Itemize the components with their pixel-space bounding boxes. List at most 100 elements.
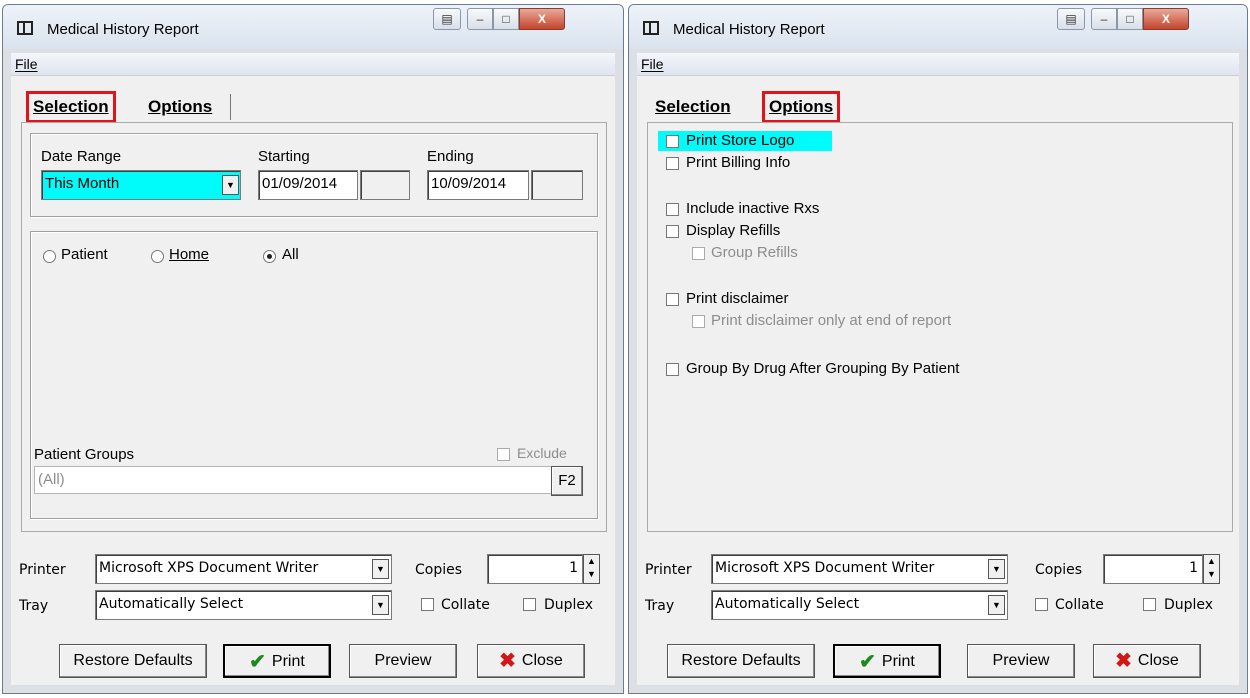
collate-label: Collate xyxy=(441,597,490,613)
print-store-logo-label: Print Store Logo xyxy=(686,132,795,149)
menu-file[interactable]: File xyxy=(641,56,664,72)
collate-checkbox[interactable] xyxy=(421,598,434,611)
restore-defaults-label: Restore Defaults xyxy=(73,652,193,669)
starting-label: Starting xyxy=(258,148,310,165)
title-bar[interactable]: Medical History Report ▤ – □ X xyxy=(3,5,623,49)
options-page: Print Store Logo Print Billing Info Incl… xyxy=(647,122,1233,532)
starting-time-field[interactable] xyxy=(360,170,410,200)
duplex-label: Duplex xyxy=(1164,597,1214,613)
tab-selection[interactable]: Selection xyxy=(651,94,735,120)
include-inactive-checkbox[interactable] xyxy=(666,203,679,216)
tab-options[interactable]: Options xyxy=(144,94,216,120)
client-area: Selection Options Print Store Logo Print… xyxy=(637,76,1239,685)
date-range-group: Date Range This Month ▼ Starting 01/09/2… xyxy=(30,133,598,217)
app-icon xyxy=(643,21,659,35)
exclude-checkbox[interactable] xyxy=(497,448,510,461)
tab-selection[interactable]: Selection xyxy=(26,91,116,123)
close-x-icon: ✖ xyxy=(499,650,516,672)
printer-chevron-down-icon[interactable]: ▼ xyxy=(372,559,389,579)
radio-all[interactable] xyxy=(263,250,276,263)
checkmark-icon: ✔ xyxy=(249,651,266,673)
context-help-icon[interactable]: ▤ xyxy=(433,8,461,30)
tray-select[interactable]: Automatically Select xyxy=(711,590,1008,620)
restore-defaults-button[interactable]: Restore Defaults xyxy=(59,644,207,678)
radio-home[interactable] xyxy=(151,250,164,263)
close-window-button[interactable]: X xyxy=(1143,8,1189,30)
display-refills-checkbox[interactable] xyxy=(666,225,679,238)
print-button[interactable]: ✔ Print xyxy=(223,644,331,678)
maximize-button[interactable]: □ xyxy=(1117,8,1143,30)
print-billing-info-checkbox[interactable] xyxy=(666,157,679,170)
group-by-drug-checkbox[interactable] xyxy=(666,363,679,376)
close-label: Close xyxy=(1137,652,1179,669)
copies-label: Copies xyxy=(415,562,463,578)
tray-label: Tray xyxy=(645,598,675,614)
starting-date-field[interactable]: 01/09/2014 xyxy=(258,170,358,200)
close-button[interactable]: ✖ Close xyxy=(1093,644,1201,678)
maximize-button[interactable]: □ xyxy=(493,8,519,30)
print-billing-info-label: Print Billing Info xyxy=(686,154,791,171)
duplex-label: Duplex xyxy=(544,597,594,613)
print-store-logo-checkbox[interactable] xyxy=(666,135,679,148)
app-icon xyxy=(17,21,33,35)
minimize-button[interactable]: – xyxy=(467,8,493,30)
minimize-button[interactable]: – xyxy=(1091,8,1117,30)
copies-spinner-icon[interactable]: ▲ ▼ xyxy=(583,554,600,584)
printer-label: Printer xyxy=(19,562,66,578)
printer-chevron-down-icon[interactable]: ▼ xyxy=(988,559,1005,579)
print-label: Print xyxy=(271,653,305,670)
collate-label: Collate xyxy=(1055,597,1104,613)
printer-select[interactable]: Microsoft XPS Document Writer xyxy=(95,554,392,584)
tray-chevron-down-icon[interactable]: ▼ xyxy=(372,595,389,615)
tab-options-label: Options xyxy=(148,97,213,116)
client-area: Selection Options Date Range This Month … xyxy=(11,76,615,685)
report-window-selection: Medical History Report ▤ – □ X File Sele… xyxy=(2,4,624,694)
restore-defaults-button[interactable]: Restore Defaults xyxy=(667,644,815,678)
preview-button[interactable]: Preview xyxy=(967,644,1075,678)
duplex-checkbox[interactable] xyxy=(523,598,536,611)
title-bar[interactable]: Medical History Report ▤ – □ X xyxy=(629,5,1247,49)
chevron-down-icon[interactable]: ▼ xyxy=(222,175,239,195)
duplex-checkbox[interactable] xyxy=(1143,598,1156,611)
tray-chevron-down-icon[interactable]: ▼ xyxy=(988,595,1005,615)
selection-page: Date Range This Month ▼ Starting 01/09/2… xyxy=(21,122,607,532)
disclaimer-end-checkbox[interactable] xyxy=(692,315,705,328)
date-range-label: Date Range xyxy=(41,148,122,165)
tab-selection-label: Selection xyxy=(33,97,109,116)
radio-home-label: Home xyxy=(169,246,210,263)
copies-field[interactable]: 1 xyxy=(487,554,583,584)
print-button[interactable]: ✔ Print xyxy=(833,644,941,678)
copies-field[interactable]: 1 xyxy=(1103,554,1203,584)
ending-time-field[interactable] xyxy=(531,170,583,200)
menu-file[interactable]: File xyxy=(15,56,38,72)
include-inactive-label: Include inactive Rxs xyxy=(686,200,820,217)
printer-label: Printer xyxy=(645,562,692,578)
preview-button[interactable]: Preview xyxy=(349,644,457,678)
close-x-icon: ✖ xyxy=(1115,650,1132,672)
ending-date-field[interactable]: 10/09/2014 xyxy=(427,170,529,200)
display-refills-label: Display Refills xyxy=(686,222,781,239)
tab-options[interactable]: Options xyxy=(761,91,841,123)
preview-label: Preview xyxy=(374,652,432,669)
radio-patient-label: Patient xyxy=(61,246,108,263)
ending-label: Ending xyxy=(427,148,474,165)
preview-label: Preview xyxy=(992,652,1050,669)
print-disclaimer-checkbox[interactable] xyxy=(666,293,679,306)
exclude-label: Exclude xyxy=(517,445,567,461)
date-range-select[interactable]: This Month xyxy=(41,170,241,200)
radio-all-label: All xyxy=(282,246,299,263)
close-window-button[interactable]: X xyxy=(519,8,565,30)
collate-checkbox[interactable] xyxy=(1035,598,1048,611)
tab-selection-label: Selection xyxy=(655,97,731,116)
close-button[interactable]: ✖ Close xyxy=(477,644,585,678)
printer-select[interactable]: Microsoft XPS Document Writer xyxy=(711,554,1008,584)
context-help-icon[interactable]: ▤ xyxy=(1057,8,1085,30)
f2-lookup-button[interactable]: F2 xyxy=(551,466,583,496)
tab-options-label: Options xyxy=(769,97,834,116)
copies-spinner-icon[interactable]: ▲ ▼ xyxy=(1203,554,1220,584)
tray-select[interactable]: Automatically Select xyxy=(95,590,392,620)
patient-groups-field[interactable]: (All) xyxy=(34,466,552,494)
print-disclaimer-label: Print disclaimer xyxy=(686,290,789,307)
radio-patient[interactable] xyxy=(43,250,56,263)
group-refills-checkbox[interactable] xyxy=(692,247,705,260)
